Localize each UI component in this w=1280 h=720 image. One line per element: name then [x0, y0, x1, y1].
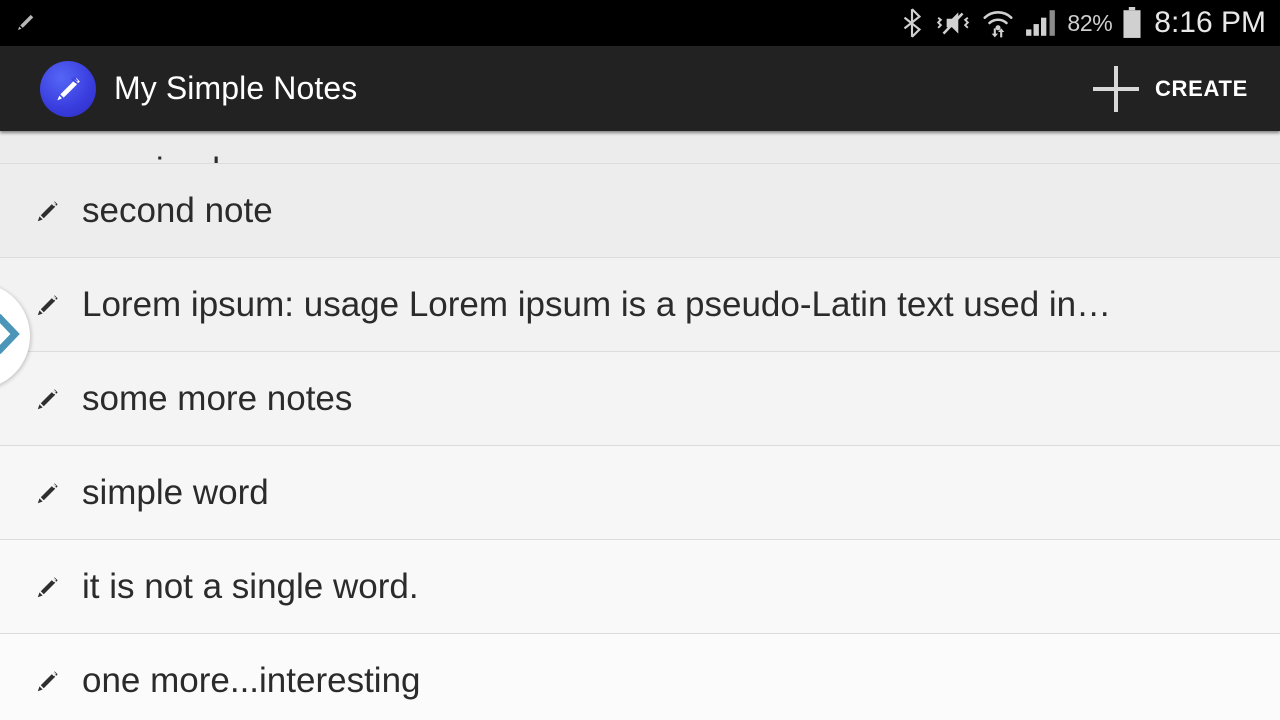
status-bar: 82% 8:16 PM [0, 0, 1280, 46]
notes-pencil-app-icon [40, 60, 96, 117]
note-title: it is not a single word. [82, 566, 419, 606]
pencil-icon [30, 131, 66, 163]
list-item[interactable]: my simple app [0, 131, 1280, 164]
note-title: one more...interesting [82, 660, 421, 700]
note-list[interactable]: my simple app second note [0, 131, 1280, 720]
pencil-icon [30, 663, 66, 699]
list-item[interactable]: one more...interesting [0, 634, 1280, 720]
list-item[interactable]: Lorem ipsum: usage Lorem ipsum is a pseu… [0, 258, 1280, 352]
pencil-icon [30, 569, 66, 605]
create-button-label: CREATE [1154, 75, 1248, 101]
list-item[interactable]: simple word [0, 446, 1280, 540]
wifi-icon [981, 8, 1015, 38]
status-bar-notifications [10, 8, 40, 38]
plus-icon [1092, 65, 1139, 112]
list-item[interactable]: some more notes [0, 352, 1280, 446]
note-title: my simple app [82, 151, 308, 163]
note-title: some more notes [82, 378, 353, 418]
pencil-icon [30, 475, 66, 511]
pencil-notification-icon [10, 8, 40, 38]
note-title: second note [82, 190, 273, 230]
note-title: Lorem ipsum: usage Lorem ipsum is a pseu… [82, 284, 1112, 324]
action-bar: My Simple Notes CREATE [0, 46, 1280, 131]
note-title: simple word [82, 472, 269, 512]
battery-percent-label: 82% [1067, 9, 1113, 36]
bluetooth-icon [899, 8, 925, 38]
vibrate-mute-icon [935, 8, 971, 38]
status-bar-icons: 82% 8:16 PM [899, 7, 1266, 39]
list-item[interactable]: it is not a single word. [0, 540, 1280, 634]
battery-icon [1122, 7, 1142, 39]
pencil-icon [30, 381, 66, 417]
pencil-icon [30, 287, 66, 323]
pencil-icon [30, 193, 66, 229]
list-item[interactable]: second note [0, 164, 1280, 258]
page-title: My Simple Notes [114, 70, 358, 106]
cellular-signal-icon [1025, 8, 1057, 38]
create-button[interactable]: CREATE [1087, 60, 1258, 118]
chevron-right-icon [0, 313, 22, 360]
clock-label: 8:16 PM [1154, 6, 1266, 39]
